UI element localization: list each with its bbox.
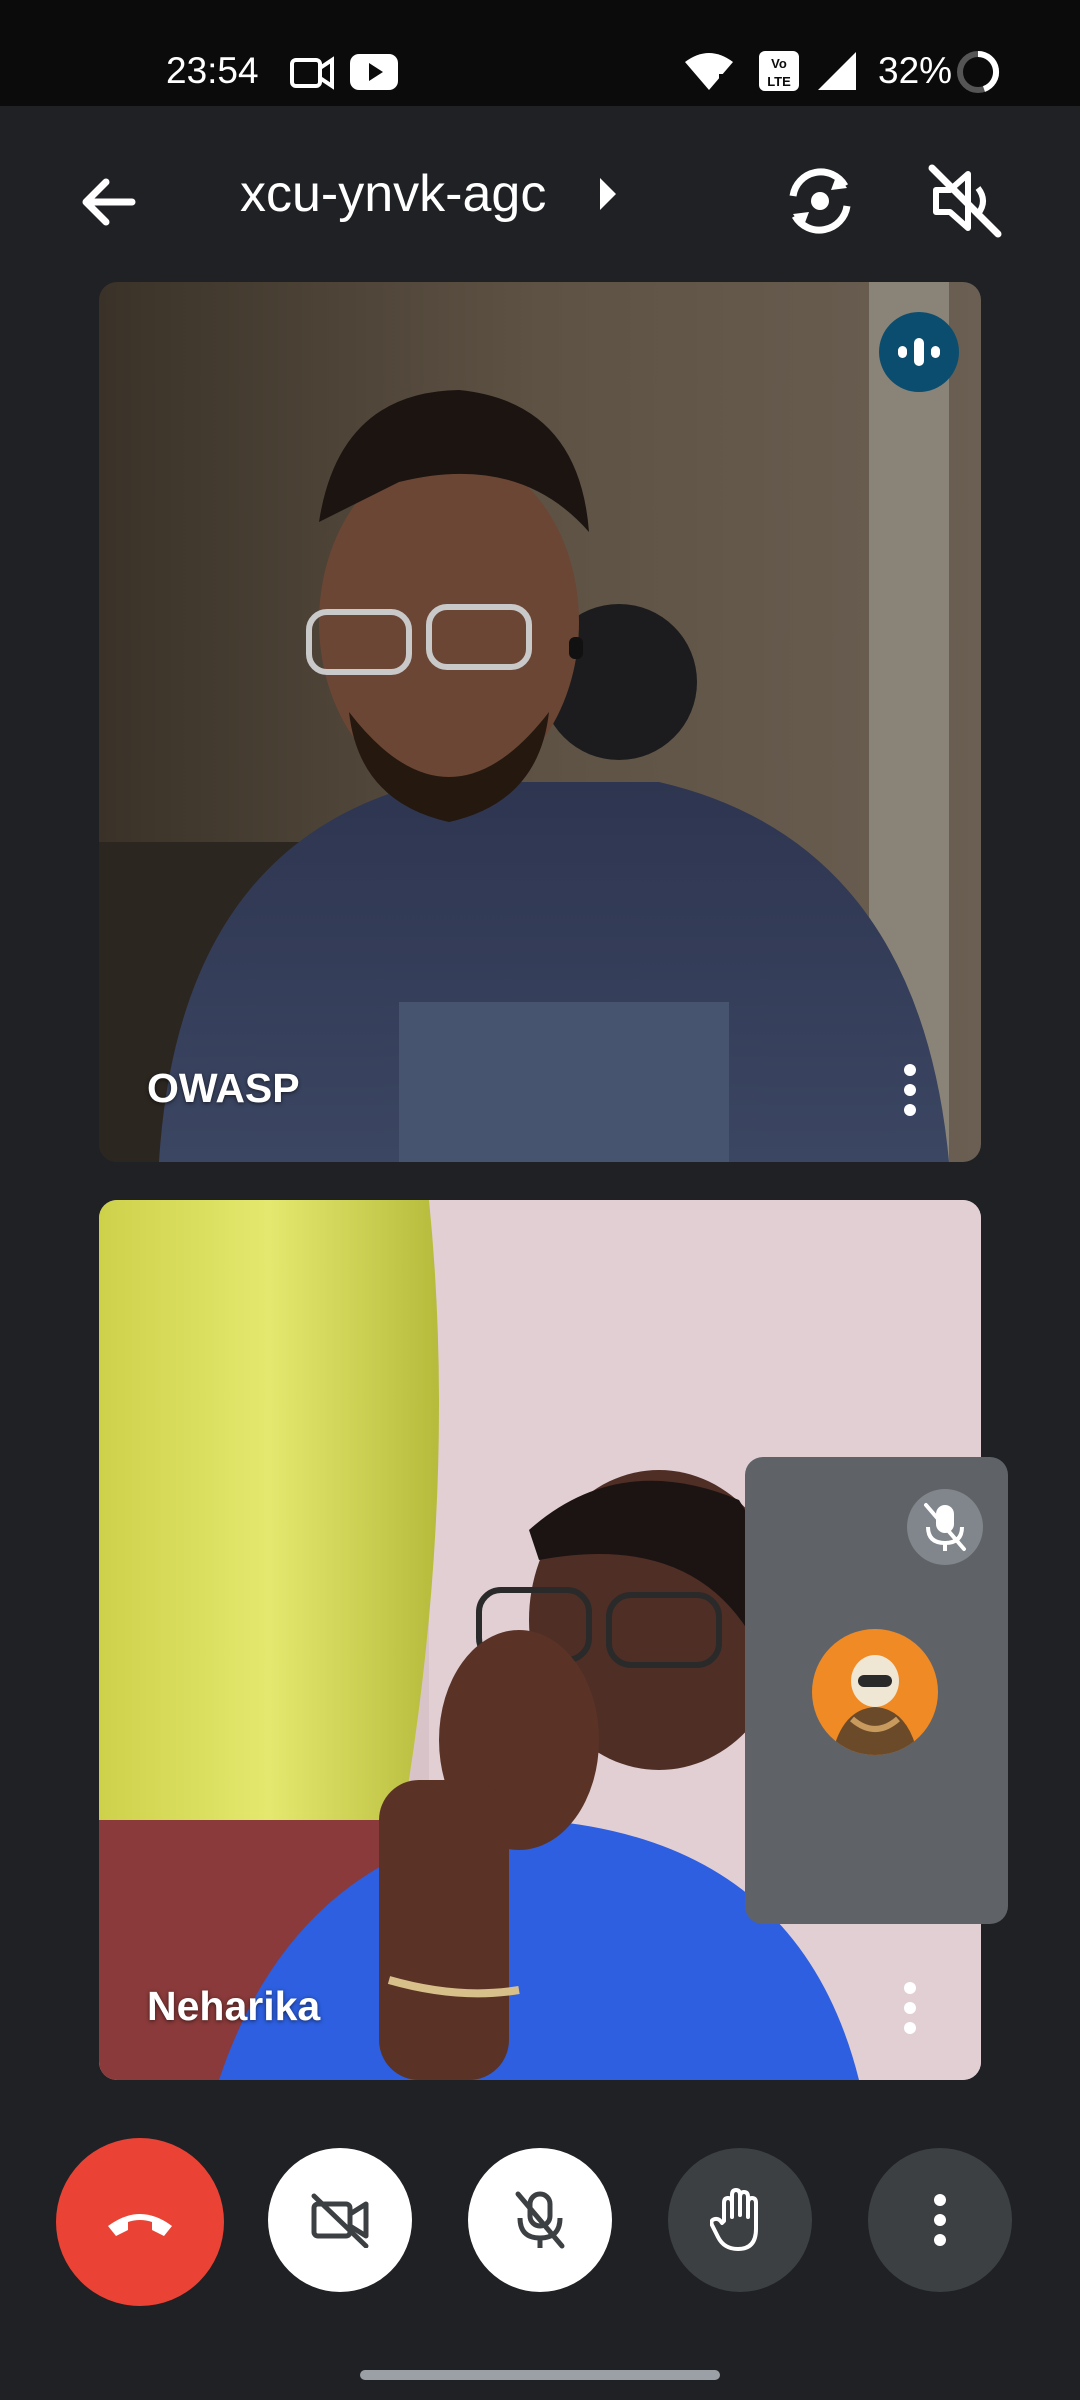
meeting-code[interactable]: xcu-ynvk-agc [240,164,546,224]
status-time: 23:54 [166,50,259,91]
youtube-icon [350,54,398,90]
signal-icon [818,52,856,90]
participant-tile[interactable]: OWASP [99,282,981,1162]
volte-icon: Vo LTE [759,51,799,91]
mic-off-icon [907,1489,983,1565]
svg-text:LTE: LTE [767,74,791,89]
more-vertical-icon[interactable] [895,1060,925,1120]
back-arrow-icon[interactable] [70,162,150,242]
battery-percent: 32% [878,50,953,91]
self-view-tile[interactable] [745,1457,1008,1924]
more-options-button[interactable] [868,2148,1012,2292]
avatar [812,1629,938,1755]
camera-off-icon [311,2193,369,2248]
phone-hangup-icon [108,2214,172,2236]
meeting-top-bar: xcu-ynvk-agc [0,106,1080,276]
end-call-button[interactable] [56,2138,224,2306]
wifi-icon [685,53,733,90]
speaker-off-icon[interactable] [920,156,1010,246]
participant-name: Neharika [147,1983,321,2029]
raise-hand-button[interactable] [668,2148,812,2292]
battery-ring-icon [957,50,1000,93]
microphone-toggle-button[interactable] [468,2148,612,2292]
svg-text:Vo: Vo [771,56,787,71]
participant-video [99,282,981,1162]
flip-camera-icon[interactable] [775,156,865,246]
more-vertical-icon [934,2194,946,2246]
participant-name: OWASP [147,1065,300,1111]
hand-icon [710,2188,758,2251]
status-bar: 23:54 Vo LTE 32% [0,0,1080,106]
home-gesture-bar[interactable] [360,2370,720,2380]
speaking-indicator-icon [879,312,959,392]
mic-off-icon [515,2191,565,2249]
video-camera-icon [290,56,334,90]
caret-right-icon[interactable] [596,174,620,214]
camera-toggle-button[interactable] [268,2148,412,2292]
call-controls [0,2120,1080,2320]
more-vertical-icon[interactable] [895,1978,925,2038]
